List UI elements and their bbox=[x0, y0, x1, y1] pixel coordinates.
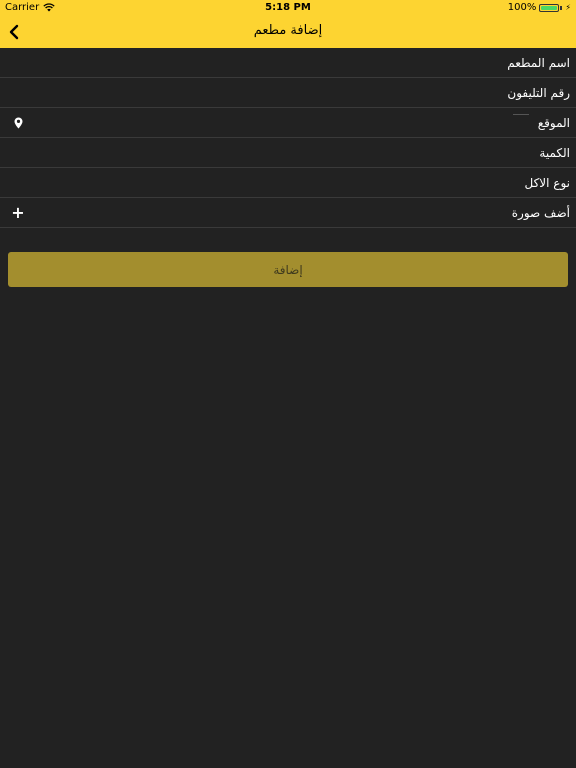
phone-field[interactable]: رقم التليفون bbox=[0, 78, 576, 108]
map-pin-icon bbox=[14, 117, 22, 129]
food-type-placeholder: نوع الاكل bbox=[524, 175, 571, 190]
plus-icon: + bbox=[11, 203, 25, 222]
charging-icon: ⚡ bbox=[565, 3, 571, 12]
restaurant-name-placeholder: اسم المطعم bbox=[507, 55, 570, 70]
quantity-field[interactable]: الكمية bbox=[0, 138, 576, 168]
header-bar: Carrier 5:18 PM 100% ⚡ إضافة مطعم bbox=[0, 0, 576, 48]
submit-button[interactable]: إضافة bbox=[8, 252, 568, 287]
add-photo-label: أضف صورة bbox=[511, 205, 570, 220]
battery-fill bbox=[541, 5, 558, 10]
navigation-bar: إضافة مطعم bbox=[0, 16, 576, 48]
location-field[interactable]: الموقع bbox=[0, 108, 576, 138]
restaurant-name-field[interactable]: اسم المطعم bbox=[0, 48, 576, 78]
battery-tip bbox=[560, 5, 563, 10]
location-button[interactable] bbox=[10, 115, 26, 131]
phone-placeholder: رقم التليفون bbox=[507, 85, 570, 100]
location-underline bbox=[513, 114, 529, 115]
add-restaurant-screen: Carrier 5:18 PM 100% ⚡ إضافة مطعم اسم ال… bbox=[0, 0, 576, 768]
battery-icon bbox=[539, 3, 560, 12]
quantity-placeholder: الكمية bbox=[539, 145, 570, 160]
add-photo-button[interactable]: + bbox=[10, 205, 26, 221]
food-type-field[interactable]: نوع الاكل bbox=[0, 168, 576, 198]
location-placeholder: الموقع bbox=[537, 115, 570, 130]
restaurant-form: اسم المطعم رقم التليفون الموقع الكمية نو… bbox=[0, 48, 576, 228]
status-time: 5:18 PM bbox=[265, 2, 311, 13]
submit-label: إضافة bbox=[273, 262, 303, 277]
battery-indicator: 100% ⚡ bbox=[508, 2, 571, 13]
status-bar: Carrier 5:18 PM 100% ⚡ bbox=[0, 0, 576, 16]
page-title: إضافة مطعم bbox=[253, 23, 323, 38]
battery-percent: 100% bbox=[507, 2, 537, 13]
add-photo-row[interactable]: أضف صورة + bbox=[0, 198, 576, 228]
